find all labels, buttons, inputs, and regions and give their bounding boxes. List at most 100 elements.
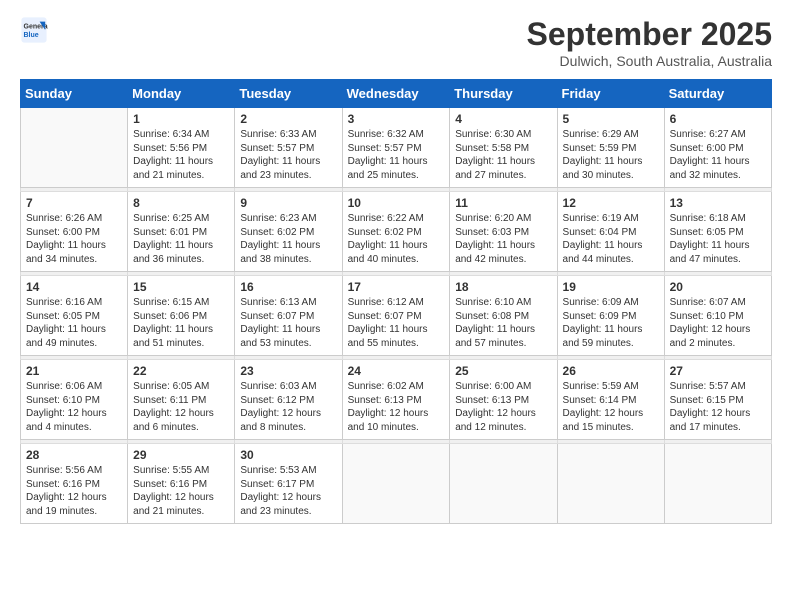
calendar-cell: 17 Sunrise: 6:12 AM Sunset: 6:07 PM Dayli… bbox=[342, 276, 450, 356]
calendar-cell: 1 Sunrise: 6:34 AM Sunset: 5:56 PM Daylig… bbox=[128, 108, 235, 188]
calendar-cell: 12 Sunrise: 6:19 AM Sunset: 6:04 PM Dayli… bbox=[557, 192, 664, 272]
cell-solar-info: Sunrise: 5:59 AM Sunset: 6:14 PM Dayligh… bbox=[563, 380, 659, 434]
month-year-title: September 2025 bbox=[527, 16, 772, 53]
calendar-cell: 14 Sunrise: 6:16 AM Sunset: 6:05 PM Dayli… bbox=[21, 276, 128, 356]
logo-icon: General Blue bbox=[20, 16, 48, 44]
calendar-cell: 2 Sunrise: 6:33 AM Sunset: 5:57 PM Daylig… bbox=[235, 108, 342, 188]
day-header-monday: Monday bbox=[128, 80, 235, 108]
day-number: 30 bbox=[240, 448, 336, 462]
day-number: 12 bbox=[563, 196, 659, 210]
day-number: 19 bbox=[563, 280, 659, 294]
calendar-cell: 30 Sunrise: 5:53 AM Sunset: 6:17 PM Dayli… bbox=[235, 444, 342, 524]
day-header-wednesday: Wednesday bbox=[342, 80, 450, 108]
cell-solar-info: Sunrise: 5:57 AM Sunset: 6:15 PM Dayligh… bbox=[670, 380, 766, 434]
day-number: 5 bbox=[563, 112, 659, 126]
calendar-cell: 11 Sunrise: 6:20 AM Sunset: 6:03 PM Dayli… bbox=[450, 192, 557, 272]
calendar-cell: 28 Sunrise: 5:56 AM Sunset: 6:16 PM Dayli… bbox=[21, 444, 128, 524]
cell-solar-info: Sunrise: 6:33 AM Sunset: 5:57 PM Dayligh… bbox=[240, 128, 336, 182]
calendar-cell: 3 Sunrise: 6:32 AM Sunset: 5:57 PM Daylig… bbox=[342, 108, 450, 188]
calendar-cell bbox=[664, 444, 771, 524]
calendar-cell: 24Sunrise: 6:02 AM Sunset: 6:13 PM Dayli… bbox=[342, 360, 450, 440]
cell-solar-info: Sunrise: 6:07 AM Sunset: 6:10 PM Dayligh… bbox=[670, 296, 766, 350]
day-number: 14 bbox=[26, 280, 122, 294]
cell-solar-info: Sunrise: 6:27 AM Sunset: 6:00 PM Dayligh… bbox=[670, 128, 766, 182]
cell-solar-info: Sunrise: 6:13 AM Sunset: 6:07 PM Dayligh… bbox=[240, 296, 336, 350]
day-number: 20 bbox=[670, 280, 766, 294]
cell-solar-info: Sunrise: 6:02 AM Sunset: 6:13 PM Dayligh… bbox=[348, 380, 445, 434]
calendar-cell: 5 Sunrise: 6:29 AM Sunset: 5:59 PM Daylig… bbox=[557, 108, 664, 188]
calendar-table: SundayMondayTuesdayWednesdayThursdayFrid… bbox=[20, 79, 772, 524]
cell-solar-info: Sunrise: 6:22 AM Sunset: 6:02 PM Dayligh… bbox=[348, 212, 445, 266]
calendar-cell: 6 Sunrise: 6:27 AM Sunset: 6:00 PM Daylig… bbox=[664, 108, 771, 188]
day-header-tuesday: Tuesday bbox=[235, 80, 342, 108]
cell-solar-info: Sunrise: 5:53 AM Sunset: 6:17 PM Dayligh… bbox=[240, 464, 336, 518]
cell-solar-info: Sunrise: 6:06 AM Sunset: 6:10 PM Dayligh… bbox=[26, 380, 122, 434]
cell-solar-info: Sunrise: 6:12 AM Sunset: 6:07 PM Dayligh… bbox=[348, 296, 445, 350]
calendar-cell bbox=[21, 108, 128, 188]
day-number: 15 bbox=[133, 280, 229, 294]
cell-solar-info: Sunrise: 6:34 AM Sunset: 5:56 PM Dayligh… bbox=[133, 128, 229, 182]
calendar-cell: 26Sunrise: 5:59 AM Sunset: 6:14 PM Dayli… bbox=[557, 360, 664, 440]
calendar-cell: 21 Sunrise: 6:06 AM Sunset: 6:10 PM Dayli… bbox=[21, 360, 128, 440]
calendar-cell: 7Sunrise: 6:26 AM Sunset: 6:00 PM Daylig… bbox=[21, 192, 128, 272]
calendar-cell: 10Sunrise: 6:22 AM Sunset: 6:02 PM Dayli… bbox=[342, 192, 450, 272]
calendar-cell bbox=[342, 444, 450, 524]
calendar-cell: 13Sunrise: 6:18 AM Sunset: 6:05 PM Dayli… bbox=[664, 192, 771, 272]
day-number: 6 bbox=[670, 112, 766, 126]
calendar-cell: 19 Sunrise: 6:09 AM Sunset: 6:09 PM Dayli… bbox=[557, 276, 664, 356]
day-header-saturday: Saturday bbox=[664, 80, 771, 108]
cell-solar-info: Sunrise: 6:20 AM Sunset: 6:03 PM Dayligh… bbox=[455, 212, 551, 266]
cell-solar-info: Sunrise: 6:23 AM Sunset: 6:02 PM Dayligh… bbox=[240, 212, 336, 266]
day-header-thursday: Thursday bbox=[450, 80, 557, 108]
calendar-cell: 29Sunrise: 5:55 AM Sunset: 6:16 PM Dayli… bbox=[128, 444, 235, 524]
calendar-cell: 9 Sunrise: 6:23 AM Sunset: 6:02 PM Daylig… bbox=[235, 192, 342, 272]
day-number: 7 bbox=[26, 196, 122, 210]
cell-solar-info: Sunrise: 6:15 AM Sunset: 6:06 PM Dayligh… bbox=[133, 296, 229, 350]
calendar-week-1: 1 Sunrise: 6:34 AM Sunset: 5:56 PM Daylig… bbox=[21, 108, 772, 188]
calendar-cell: 16 Sunrise: 6:13 AM Sunset: 6:07 PM Dayli… bbox=[235, 276, 342, 356]
cell-solar-info: Sunrise: 6:25 AM Sunset: 6:01 PM Dayligh… bbox=[133, 212, 229, 266]
cell-solar-info: Sunrise: 5:56 AM Sunset: 6:16 PM Dayligh… bbox=[26, 464, 122, 518]
day-number: 1 bbox=[133, 112, 229, 126]
calendar-cell: 27 Sunrise: 5:57 AM Sunset: 6:15 PM Dayli… bbox=[664, 360, 771, 440]
cell-solar-info: Sunrise: 6:32 AM Sunset: 5:57 PM Dayligh… bbox=[348, 128, 445, 182]
calendar-week-5: 28 Sunrise: 5:56 AM Sunset: 6:16 PM Dayli… bbox=[21, 444, 772, 524]
cell-solar-info: Sunrise: 5:55 AM Sunset: 6:16 PM Dayligh… bbox=[133, 464, 229, 518]
calendar-cell bbox=[450, 444, 557, 524]
location-subtitle: Dulwich, South Australia, Australia bbox=[527, 53, 772, 69]
calendar-cell: 25Sunrise: 6:00 AM Sunset: 6:13 PM Dayli… bbox=[450, 360, 557, 440]
calendar-cell: 20 Sunrise: 6:07 AM Sunset: 6:10 PM Dayli… bbox=[664, 276, 771, 356]
day-number: 17 bbox=[348, 280, 445, 294]
calendar-week-4: 21 Sunrise: 6:06 AM Sunset: 6:10 PM Dayli… bbox=[21, 360, 772, 440]
title-block: September 2025 Dulwich, South Australia,… bbox=[527, 16, 772, 69]
calendar-cell: 8 Sunrise: 6:25 AM Sunset: 6:01 PM Daylig… bbox=[128, 192, 235, 272]
day-number: 18 bbox=[455, 280, 551, 294]
day-number: 21 bbox=[26, 364, 122, 378]
day-number: 23 bbox=[240, 364, 336, 378]
cell-solar-info: Sunrise: 6:30 AM Sunset: 5:58 PM Dayligh… bbox=[455, 128, 551, 182]
cell-solar-info: Sunrise: 6:10 AM Sunset: 6:08 PM Dayligh… bbox=[455, 296, 551, 350]
day-number: 25 bbox=[455, 364, 551, 378]
cell-solar-info: Sunrise: 6:29 AM Sunset: 5:59 PM Dayligh… bbox=[563, 128, 659, 182]
calendar-week-2: 7Sunrise: 6:26 AM Sunset: 6:00 PM Daylig… bbox=[21, 192, 772, 272]
calendar-cell bbox=[557, 444, 664, 524]
day-number: 11 bbox=[455, 196, 551, 210]
day-number: 16 bbox=[240, 280, 336, 294]
day-number: 8 bbox=[133, 196, 229, 210]
cell-solar-info: Sunrise: 6:09 AM Sunset: 6:09 PM Dayligh… bbox=[563, 296, 659, 350]
cell-solar-info: Sunrise: 6:19 AM Sunset: 6:04 PM Dayligh… bbox=[563, 212, 659, 266]
page-header: General Blue September 2025 Dulwich, Sou… bbox=[20, 16, 772, 69]
cell-solar-info: Sunrise: 6:05 AM Sunset: 6:11 PM Dayligh… bbox=[133, 380, 229, 434]
day-number: 9 bbox=[240, 196, 336, 210]
calendar-cell: 15 Sunrise: 6:15 AM Sunset: 6:06 PM Dayli… bbox=[128, 276, 235, 356]
cell-solar-info: Sunrise: 6:16 AM Sunset: 6:05 PM Dayligh… bbox=[26, 296, 122, 350]
day-number: 27 bbox=[670, 364, 766, 378]
day-number: 28 bbox=[26, 448, 122, 462]
day-header-friday: Friday bbox=[557, 80, 664, 108]
day-number: 3 bbox=[348, 112, 445, 126]
cell-solar-info: Sunrise: 6:18 AM Sunset: 6:05 PM Dayligh… bbox=[670, 212, 766, 266]
day-number: 2 bbox=[240, 112, 336, 126]
logo: General Blue bbox=[20, 16, 48, 44]
cell-solar-info: Sunrise: 6:03 AM Sunset: 6:12 PM Dayligh… bbox=[240, 380, 336, 434]
calendar-cell: 18 Sunrise: 6:10 AM Sunset: 6:08 PM Dayli… bbox=[450, 276, 557, 356]
